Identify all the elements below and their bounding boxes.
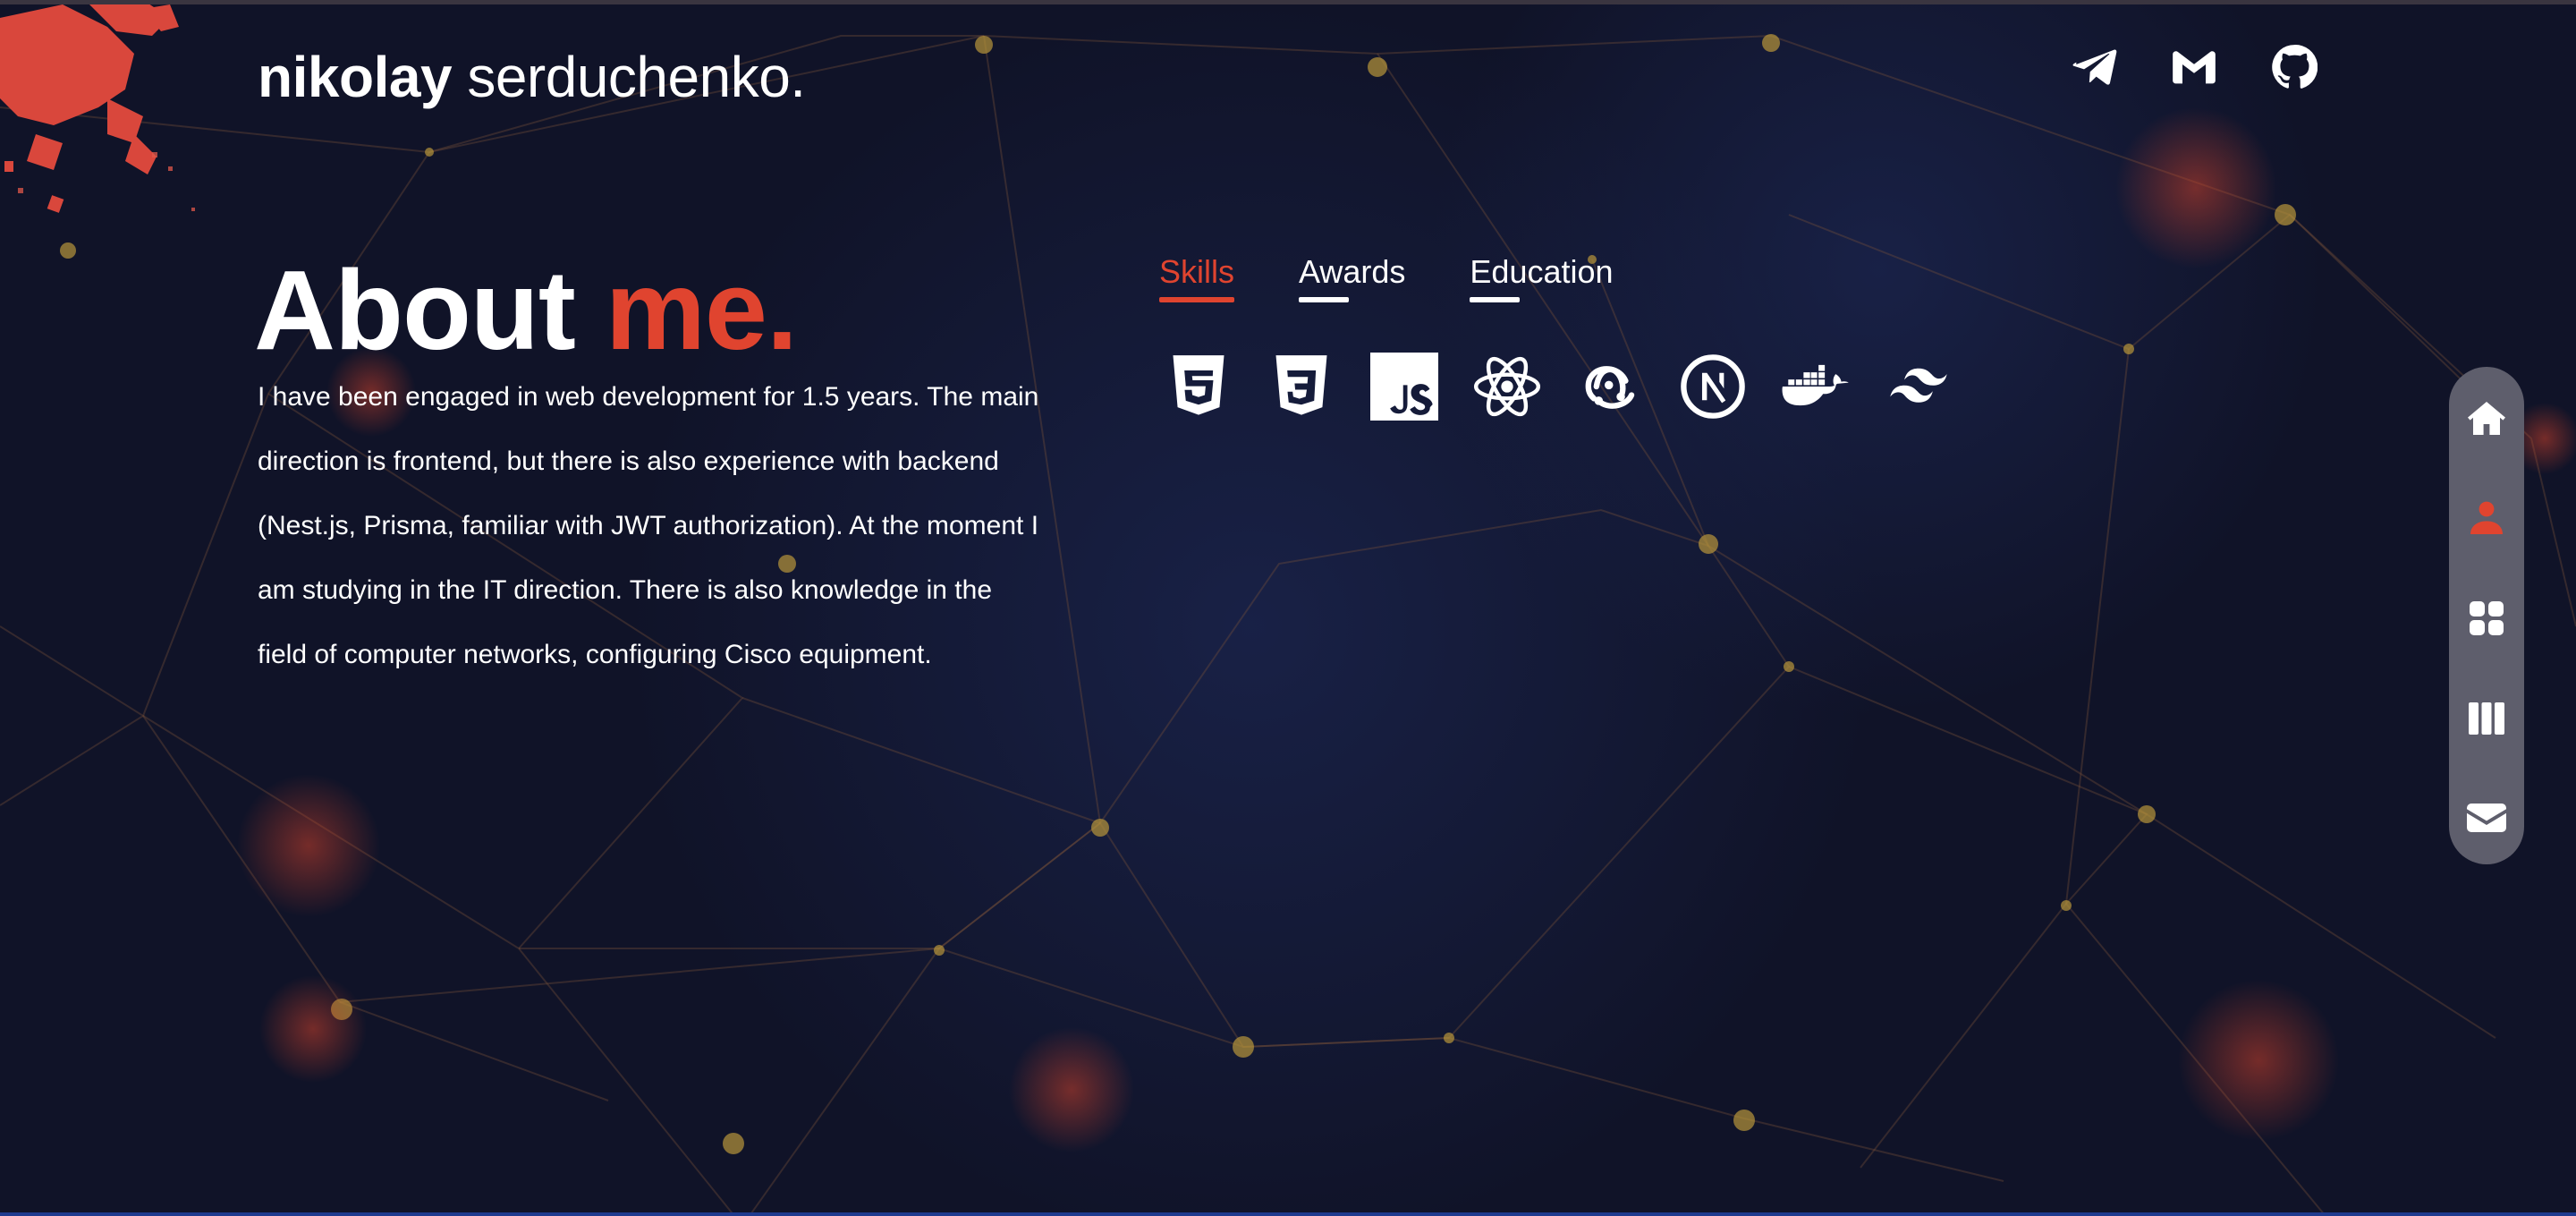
tailwind-icon	[1890, 368, 1947, 403]
skill-nextjs	[1677, 351, 1749, 422]
tab-education-underline	[1470, 297, 1521, 302]
user-icon	[2470, 501, 2503, 534]
site-logo[interactable]: nikolay serduchenko.	[258, 41, 806, 113]
skill-docker	[1780, 351, 1852, 422]
top-border	[0, 0, 2576, 4]
github-icon	[2272, 45, 2318, 89]
tab-awards-label: Awards	[1299, 253, 1406, 290]
nav-about[interactable]	[2458, 489, 2515, 547]
docker-icon	[1782, 364, 1849, 406]
tab-education[interactable]: Education	[1470, 251, 1614, 302]
tab-skills[interactable]: Skills	[1159, 251, 1235, 302]
nav-columns[interactable]	[2458, 690, 2515, 747]
home-icon	[2468, 402, 2505, 435]
nav-home[interactable]	[2458, 390, 2515, 447]
gmail-icon	[2173, 51, 2216, 84]
logo-first-name: nikolay	[258, 45, 453, 109]
about-title: About me.	[254, 243, 798, 378]
redux-icon	[1585, 366, 1635, 409]
html5-icon	[1173, 355, 1224, 415]
side-navigation	[2449, 367, 2524, 864]
about-tabs: Skills Awards Education	[1159, 251, 1678, 302]
tab-awards[interactable]: Awards	[1299, 251, 1406, 302]
about-description: I have been engaged in web development f…	[258, 382, 1039, 669]
skill-css3	[1266, 351, 1337, 422]
css3-icon	[1275, 355, 1327, 415]
mail-icon	[2467, 804, 2506, 832]
tab-education-label: Education	[1470, 253, 1614, 290]
skill-tailwind	[1883, 351, 1954, 422]
nav-contact[interactable]	[2458, 789, 2515, 846]
github-link[interactable]	[2267, 39, 2322, 95]
about-title-accent: me.	[605, 247, 798, 373]
javascript-icon	[1370, 353, 1438, 421]
telegram-icon	[2072, 49, 2117, 85]
about-title-main: About	[254, 247, 576, 373]
skill-javascript	[1368, 351, 1440, 422]
skill-html5	[1163, 351, 1234, 422]
columns-icon	[2469, 702, 2504, 735]
skill-react	[1471, 351, 1543, 422]
bottom-border	[0, 1212, 2576, 1216]
nextjs-icon	[1681, 354, 1745, 419]
skill-redux	[1574, 351, 1646, 422]
logo-last-name: serduchenko.	[467, 45, 806, 109]
telegram-link[interactable]	[2068, 39, 2123, 95]
tab-skills-underline	[1159, 297, 1235, 302]
tab-awards-underline	[1299, 297, 1350, 302]
nav-projects[interactable]	[2458, 590, 2515, 647]
grid-icon	[2470, 601, 2504, 635]
skills-list	[1163, 351, 1986, 422]
react-icon	[1473, 356, 1541, 417]
tab-skills-label: Skills	[1159, 253, 1235, 290]
gmail-link[interactable]	[2166, 39, 2222, 95]
